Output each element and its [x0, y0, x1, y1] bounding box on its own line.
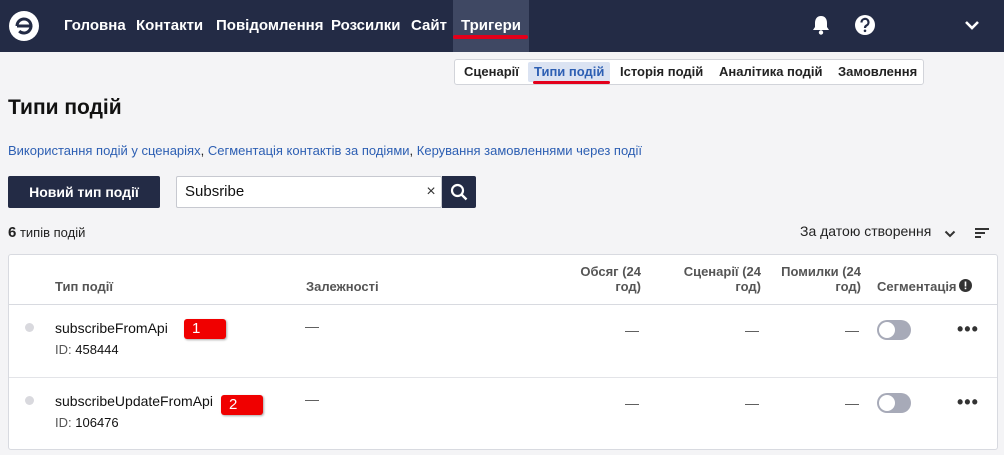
volume-value: —: [625, 395, 639, 411]
subtabs-bar: Сценарії Типи подій Історія подій Аналіт…: [454, 59, 924, 85]
nav-item-messages[interactable]: Повідомлення: [216, 0, 323, 52]
search-button[interactable]: [442, 176, 476, 208]
close-icon[interactable]: ×: [421, 176, 441, 208]
col-header-volume-line2: год): [615, 279, 641, 294]
errors-value: —: [845, 322, 859, 338]
status-dot: [25, 396, 34, 405]
link-orders-via-events[interactable]: Керування замовленнями через події: [417, 143, 642, 158]
sort-select[interactable]: За датою створення: [800, 223, 931, 239]
col-header-errors-line1: Помилки (24: [781, 264, 861, 279]
link-separator: ,: [409, 143, 414, 158]
tab-orders[interactable]: Замовлення: [832, 62, 923, 82]
volume-value: —: [625, 322, 639, 338]
event-count: 6 типів подій: [8, 224, 85, 241]
deps-value: —: [305, 318, 319, 334]
help-links: Використання подій у сценаріях, Сегмента…: [8, 143, 642, 158]
event-id-label: ID:: [55, 415, 72, 430]
tab-event-types[interactable]: Типи подій: [528, 62, 611, 82]
link-events-in-scenarios[interactable]: Використання подій у сценаріях: [8, 143, 201, 158]
nav-item-home[interactable]: Головна: [64, 0, 126, 52]
nav-item-mailings[interactable]: Розсилки: [331, 0, 401, 52]
col-header-type: Тип події: [55, 279, 114, 294]
event-id-label: ID:: [55, 342, 72, 357]
deps-value: —: [305, 391, 319, 407]
event-count-suffix: типів подій: [19, 225, 86, 240]
tab-event-history[interactable]: Історія подій: [614, 62, 709, 82]
event-name[interactable]: subscribeUpdateFromApi: [55, 393, 213, 409]
chevron-down-icon[interactable]: [964, 18, 980, 36]
event-types-table: Тип події Залежності Обсяг (24 год) Сцен…: [8, 254, 998, 450]
col-header-scenarios-line2: год): [735, 279, 761, 294]
subtab-active-underline: [533, 81, 610, 84]
page-title: Типи подій: [8, 96, 122, 119]
bell-icon[interactable]: [811, 14, 831, 41]
link-segmentation-by-events[interactable]: Сегментація контактів за подіями: [208, 143, 410, 158]
nav-active-underline: [453, 35, 528, 39]
tab-event-analytics[interactable]: Аналітика подій: [713, 62, 829, 82]
scenarios-value: —: [745, 395, 759, 411]
new-event-type-button[interactable]: Новий тип події: [8, 176, 160, 208]
search-input[interactable]: Subsribe: [176, 176, 442, 208]
more-actions-button[interactable]: •••: [957, 392, 979, 413]
col-header-deps: Залежності: [306, 279, 379, 294]
link-separator: ,: [200, 143, 205, 158]
errors-value: —: [845, 395, 859, 411]
annotation-badge: 1: [184, 319, 226, 339]
nav-item-site[interactable]: Сайт: [411, 0, 447, 52]
info-icon[interactable]: [959, 279, 972, 297]
event-name[interactable]: subscribeFromApi: [55, 320, 168, 336]
top-nav: Головна Контакти Повідомлення Розсилки С…: [0, 0, 1004, 52]
search-icon: [450, 183, 468, 201]
tab-scenarios[interactable]: Сценарії: [458, 62, 525, 82]
help-icon[interactable]: [854, 14, 876, 41]
col-header-errors: Помилки (24 год): [769, 264, 861, 294]
event-id: ID: 458444: [55, 342, 119, 357]
chevron-down-icon[interactable]: [944, 226, 956, 244]
logo-icon[interactable]: [9, 11, 39, 41]
event-id-value: 106476: [75, 415, 119, 430]
row-divider: [9, 377, 997, 378]
col-header-segmentation: Сегментація: [877, 279, 957, 294]
nav-item-contacts[interactable]: Контакти: [136, 0, 203, 52]
col-header-volume-line1: Обсяг (24: [580, 264, 641, 279]
nav-item-triggers[interactable]: Тригери: [453, 0, 529, 52]
col-header-volume: Обсяг (24 год): [569, 264, 641, 294]
col-header-scenarios-line1: Сценарії (24: [683, 264, 761, 279]
sort-lines-icon[interactable]: [975, 226, 989, 244]
col-header-scenarios: Сценарії (24 год): [669, 264, 761, 294]
event-count-number: 6: [8, 224, 17, 241]
status-dot: [25, 323, 34, 332]
col-header-errors-line2: год): [835, 279, 861, 294]
event-id-value: 458444: [75, 342, 119, 357]
annotation-badge: 2: [221, 395, 263, 415]
segmentation-toggle[interactable]: [877, 320, 911, 340]
header-divider: [9, 304, 997, 305]
more-actions-button[interactable]: •••: [957, 319, 979, 340]
segmentation-toggle[interactable]: [877, 393, 911, 413]
event-id: ID: 106476: [55, 415, 119, 430]
scenarios-value: —: [745, 322, 759, 338]
